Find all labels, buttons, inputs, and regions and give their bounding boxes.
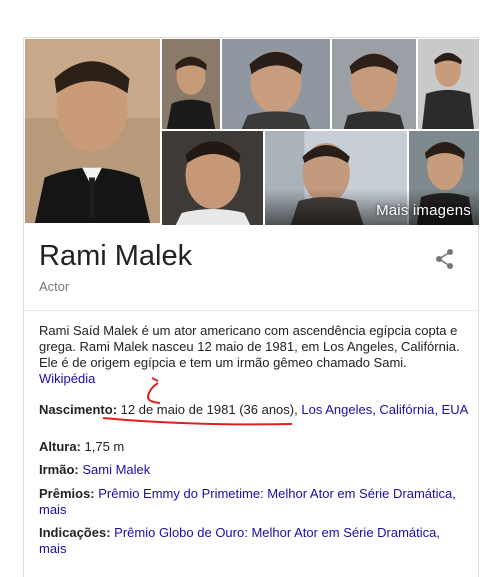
description-block: Rami Saíd Malek é um ator americano com … bbox=[39, 323, 469, 387]
photo-2[interactable] bbox=[162, 39, 222, 131]
fact-nominations: Indicações: Prêmio Globo de Ouro: Melhor… bbox=[39, 525, 469, 557]
height-value: 1,75 m bbox=[84, 439, 125, 454]
divider bbox=[24, 310, 478, 311]
photo-5[interactable] bbox=[418, 39, 479, 131]
fact-awards: Prêmios: Prêmio Emmy do Primetime: Melho… bbox=[39, 486, 469, 518]
nominations-more-link[interactable]: mais bbox=[39, 541, 66, 556]
photo-3[interactable] bbox=[222, 39, 332, 131]
fact-label: Nascimento: bbox=[39, 402, 118, 417]
nomination-link[interactable]: Prêmio Globo de Ouro: Melhor Ator em Sér… bbox=[114, 525, 440, 540]
entity-title: Rami Malek bbox=[39, 240, 193, 272]
main-photo[interactable] bbox=[25, 39, 162, 225]
awards-more-link[interactable]: mais bbox=[39, 502, 66, 517]
description-text: Rami Saíd Malek é um ator americano com … bbox=[39, 323, 460, 370]
fact-sibling: Irmão: Sami Malek bbox=[39, 462, 469, 478]
knowledge-panel: Mais imagens Rami Malek Actor Rami Saíd … bbox=[23, 37, 479, 577]
wikipedia-link[interactable]: Wikipédia bbox=[39, 371, 95, 386]
fact-height: Altura: 1,75 m bbox=[39, 439, 469, 455]
fact-birth: Nascimento: 12 de maio de 1981 (36 anos)… bbox=[39, 402, 469, 418]
fact-label: Altura: bbox=[39, 439, 81, 454]
award-link[interactable]: Prêmio Emmy do Primetime: Melhor Ator em… bbox=[98, 486, 456, 501]
fact-label: Indicações: bbox=[39, 525, 111, 540]
more-images-link[interactable]: Mais imagens bbox=[376, 202, 471, 219]
sibling-link[interactable]: Sami Malek bbox=[82, 462, 150, 477]
birth-place-link[interactable]: Los Angeles, Califórnia, EUA bbox=[301, 402, 468, 417]
photo-6[interactable] bbox=[162, 131, 265, 225]
fact-label: Irmão: bbox=[39, 462, 79, 477]
image-gallery: Mais imagens bbox=[25, 39, 479, 225]
birth-date: 12 de maio de 1981 (36 anos), bbox=[120, 402, 298, 417]
photo-4[interactable] bbox=[332, 39, 418, 131]
entity-subtitle: Actor bbox=[39, 279, 70, 294]
fact-label: Prêmios: bbox=[39, 486, 95, 501]
share-icon[interactable] bbox=[434, 248, 456, 270]
